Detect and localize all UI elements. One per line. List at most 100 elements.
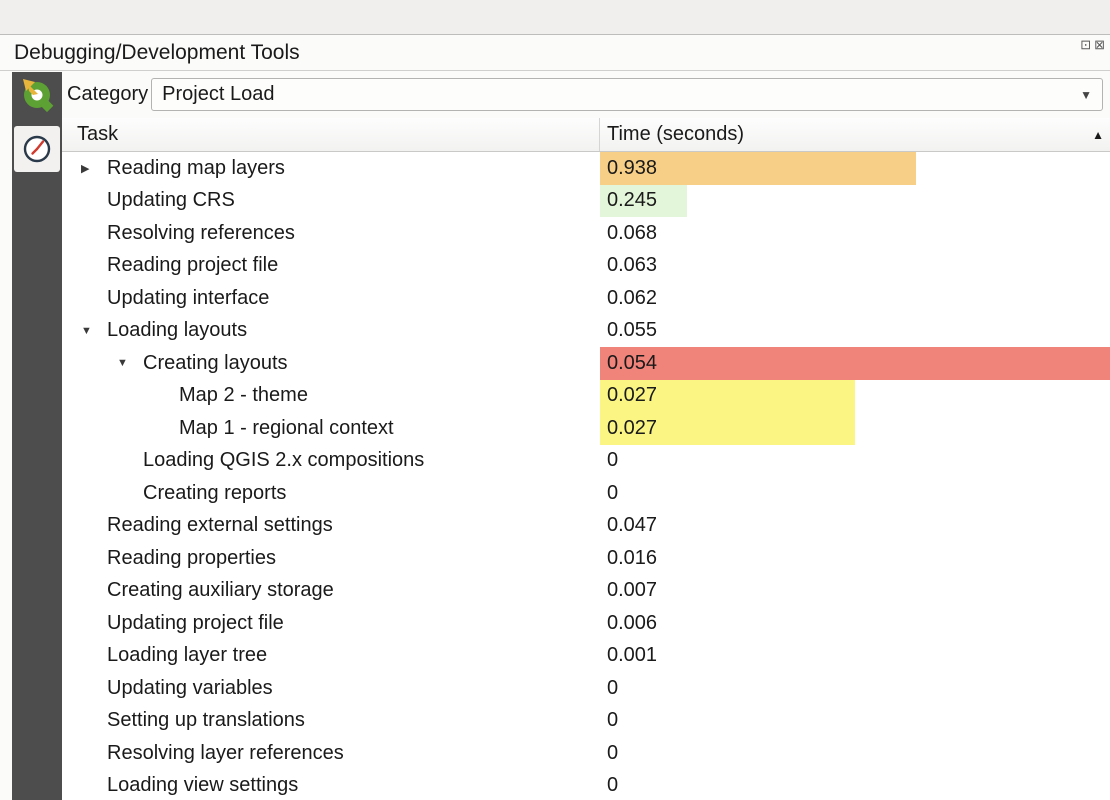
table-row[interactable]: Creating auxiliary storage 0.007 [62, 575, 1110, 608]
category-dropdown-value: Project Load [162, 83, 274, 106]
table-row[interactable]: Reading properties 0.016 [62, 542, 1110, 575]
task-cell: Updating CRS [62, 185, 600, 218]
time-cell: 0.062 [600, 282, 1110, 315]
table-row[interactable]: Updating CRS 0.245 [62, 185, 1110, 218]
float-panel-icon[interactable]: ⊡ [1080, 38, 1091, 51]
time-value: 0.027 [600, 417, 657, 440]
table-row[interactable]: Loading QGIS 2.x compositions 0 [62, 445, 1110, 478]
task-label: Updating interface [107, 287, 269, 310]
time-cell: 0.938 [600, 152, 1110, 185]
panel-title: Debugging/Development Tools [14, 41, 300, 65]
task-label: Resolving references [107, 222, 295, 245]
task-cell: Updating interface [62, 282, 600, 315]
task-cell: ▶ Reading map layers [62, 152, 600, 185]
time-cell: 0.063 [600, 250, 1110, 283]
table-header: Task Time (seconds) ▲ [62, 118, 1110, 152]
task-cell: Loading view settings [62, 770, 600, 800]
time-value: 0 [600, 449, 618, 472]
table-row[interactable]: Map 2 - theme 0.027 [62, 380, 1110, 413]
task-cell: Reading project file [62, 250, 600, 283]
table-row[interactable]: Creating reports 0 [62, 477, 1110, 510]
table-row[interactable]: Loading layer tree 0.001 [62, 640, 1110, 673]
table-row[interactable]: Updating variables 0 [62, 672, 1110, 705]
tool-tabstrip [12, 118, 62, 800]
time-value: 0.007 [600, 579, 657, 602]
time-value: 0 [600, 482, 618, 505]
qgis-logo-icon [12, 72, 62, 118]
tab-profiler[interactable] [14, 126, 60, 172]
time-value: 0.062 [600, 287, 657, 310]
task-label: Creating layouts [143, 352, 288, 375]
tree-indent [62, 298, 76, 299]
task-label: Reading properties [107, 547, 276, 570]
time-cell: 0.068 [600, 217, 1110, 250]
tree-expand-icon[interactable]: ▼ [76, 325, 107, 337]
category-label: Category [67, 83, 148, 106]
tree-indent [62, 655, 76, 656]
tree-indent [62, 363, 112, 364]
table-row[interactable]: Loading view settings 0 [62, 770, 1110, 800]
time-value: 0.245 [600, 189, 657, 212]
task-label: Loading layer tree [107, 644, 267, 667]
task-label: Setting up translations [107, 709, 305, 732]
task-cell: Reading properties [62, 542, 600, 575]
task-cell: Resolving references [62, 217, 600, 250]
column-header-time[interactable]: Time (seconds) ▲ [600, 118, 1110, 151]
tree-indent [62, 785, 76, 786]
task-cell: Loading QGIS 2.x compositions [62, 445, 600, 478]
table-row[interactable]: Resolving references 0.068 [62, 217, 1110, 250]
tree-indent [62, 330, 76, 331]
category-dropdown[interactable]: Project Load ▼ [151, 78, 1103, 111]
time-cell: 0 [600, 770, 1110, 800]
table-row[interactable]: ▶ Reading map layers 0.938 [62, 152, 1110, 185]
time-cell: 0.055 [600, 315, 1110, 348]
task-label: Reading map layers [107, 157, 285, 180]
task-cell: Updating variables [62, 672, 600, 705]
column-header-task[interactable]: Task [62, 118, 600, 151]
desktop-background-strip [0, 0, 1110, 34]
tree-expand-icon[interactable]: ▼ [112, 357, 143, 369]
task-label: Reading external settings [107, 514, 333, 537]
task-label: Updating project file [107, 612, 284, 635]
debugging-tools-panel: Debugging/Development Tools ⊡ ⊠ Category… [0, 34, 1110, 800]
table-row[interactable]: ▼ Loading layouts 0.055 [62, 315, 1110, 348]
time-value: 0 [600, 709, 618, 732]
time-cell: 0.245 [600, 185, 1110, 218]
time-value: 0.055 [600, 319, 657, 342]
table-row[interactable]: Map 1 - regional context 0.027 [62, 412, 1110, 445]
table-row[interactable]: Updating interface 0.062 [62, 282, 1110, 315]
table-row[interactable]: Reading external settings 0.047 [62, 510, 1110, 543]
task-cell: Resolving layer references [62, 737, 600, 770]
time-value: 0.063 [600, 254, 657, 277]
tree-indent [62, 720, 76, 721]
task-label: Loading QGIS 2.x compositions [143, 449, 424, 472]
task-table-body[interactable]: ▶ Reading map layers 0.938 Updating CRS … [62, 152, 1110, 800]
time-heat-bar [600, 347, 1110, 380]
table-row[interactable]: Updating project file 0.006 [62, 607, 1110, 640]
table-row[interactable]: Reading project file 0.063 [62, 250, 1110, 283]
table-row[interactable]: Setting up translations 0 [62, 705, 1110, 738]
tree-indent [62, 460, 112, 461]
tree-indent [62, 525, 76, 526]
close-panel-icon[interactable]: ⊠ [1094, 38, 1105, 51]
task-cell: ▼ Loading layouts [62, 315, 600, 348]
table-row[interactable]: Resolving layer references 0 [62, 737, 1110, 770]
task-cell: Loading layer tree [62, 640, 600, 673]
tree-indent [62, 753, 76, 754]
task-cell: Updating project file [62, 607, 600, 640]
profiler-table: Task Time (seconds) ▲ ▶ Reading map laye… [62, 118, 1110, 800]
tree-expand-icon[interactable]: ▶ [76, 162, 107, 175]
task-label: Updating variables [107, 677, 273, 700]
task-label: Reading project file [107, 254, 278, 277]
tree-indent [62, 493, 112, 494]
category-toolbar: Category Project Load ▼ [0, 71, 1110, 118]
time-cell: 0.007 [600, 575, 1110, 608]
time-value: 0.938 [600, 157, 657, 180]
task-label: Creating reports [143, 482, 286, 505]
task-label: Resolving layer references [107, 742, 344, 765]
sort-ascending-icon[interactable]: ▲ [1092, 128, 1104, 142]
time-cell: 0 [600, 445, 1110, 478]
table-row[interactable]: ▼ Creating layouts 0.054 [62, 347, 1110, 380]
time-value: 0.068 [600, 222, 657, 245]
time-value: 0.006 [600, 612, 657, 635]
